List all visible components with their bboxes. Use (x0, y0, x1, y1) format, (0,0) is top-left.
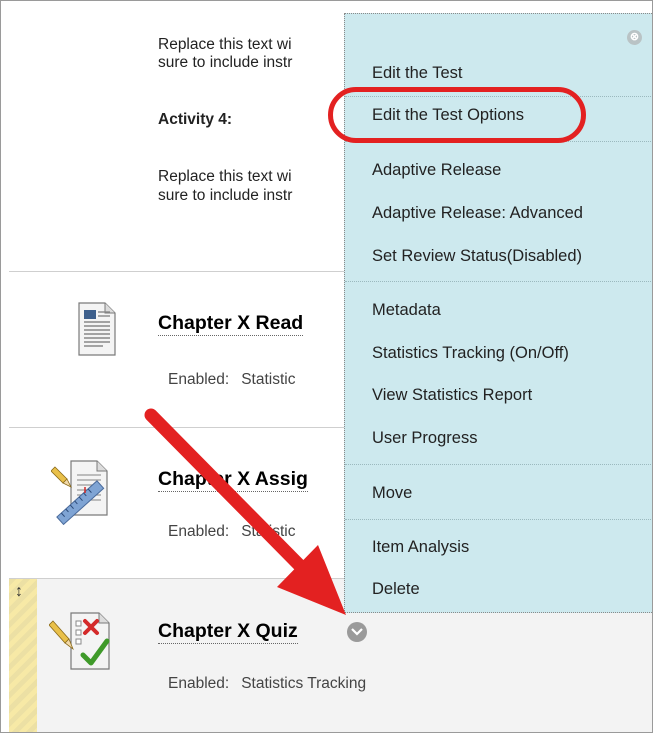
menu-item-adaptive-release[interactable]: Adaptive Release (372, 161, 501, 180)
menu-item-user-progress[interactable]: User Progress (372, 429, 477, 448)
activity-heading: Activity 4: (158, 111, 233, 128)
menu-item-edit-test[interactable]: Edit the Test (372, 64, 463, 83)
close-icon[interactable]: ⊗ (627, 30, 642, 45)
text-line: Replace this text wi (158, 36, 292, 53)
menu-divider (345, 464, 652, 465)
highlight-ring (328, 87, 586, 143)
meta-label: Enabled: (168, 523, 230, 540)
document-icon (78, 302, 116, 356)
assignment-icon (51, 460, 108, 526)
drag-handle[interactable]: ↕ (9, 579, 37, 732)
item-meta: Enabled: Statistic (168, 371, 295, 389)
meta-value: Statistics Tracking (241, 675, 367, 692)
menu-item-delete[interactable]: Delete (372, 580, 420, 599)
menu-divider (345, 519, 652, 520)
meta-label: Enabled: (168, 371, 230, 388)
drag-arrows-icon: ↕ (15, 583, 23, 600)
item-title-link[interactable]: Chapter X Read (158, 311, 304, 336)
meta-value: Statistic (241, 371, 296, 388)
menu-item-view-statistics-report[interactable]: View Statistics Report (372, 386, 532, 405)
meta-value: Statistic (241, 523, 296, 540)
text-line: sure to include instr (158, 54, 293, 71)
item-meta: Enabled: Statistics Tracking (168, 675, 366, 693)
item-title-link[interactable]: Chapter X Assig (158, 467, 308, 492)
course-content-area: Replace this text wi sure to include ins… (0, 0, 653, 733)
menu-item-item-analysis[interactable]: Item Analysis (372, 538, 469, 557)
menu-item-move[interactable]: Move (372, 484, 412, 503)
instructions-text: Replace this text wi sure to include ins… (158, 167, 292, 205)
menu-item-metadata[interactable]: Metadata (372, 301, 441, 320)
meta-label: Enabled: (168, 675, 230, 692)
menu-item-statistics-tracking[interactable]: Statistics Tracking (On/Off) (372, 344, 569, 363)
menu-item-adaptive-release-advanced[interactable]: Adaptive Release: Advanced (372, 204, 583, 223)
menu-divider (345, 281, 652, 282)
chevron-down-icon (351, 628, 363, 636)
item-meta: Enabled: Statistic (168, 523, 295, 541)
text-line: Replace this text wi (158, 168, 292, 185)
item-options-button[interactable] (347, 622, 367, 642)
quiz-icon (49, 612, 110, 670)
menu-item-set-review-status[interactable]: Set Review Status(Disabled) (372, 247, 582, 266)
text-line: sure to include instr (158, 187, 293, 204)
item-title-link[interactable]: Chapter X Quiz (158, 619, 298, 644)
